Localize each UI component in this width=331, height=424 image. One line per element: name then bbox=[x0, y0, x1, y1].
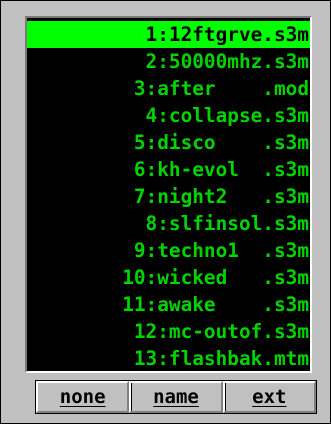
file-list-item-11[interactable]: 11:awake .s3m bbox=[27, 291, 310, 318]
file-list[interactable]: 1:12ftgrve.s3m 2:50000mhz.s3m 3:after .m… bbox=[25, 16, 312, 373]
file-list-item-2[interactable]: 2:50000mhz.s3m bbox=[27, 48, 310, 75]
sort-name-label: name bbox=[153, 386, 199, 408]
sort-button-bar: none name ext bbox=[35, 380, 317, 414]
file-list-item-12[interactable]: 12:mc-outof.s3m bbox=[27, 318, 310, 345]
file-list-item-6[interactable]: 6:kh-evol .s3m bbox=[27, 156, 310, 183]
file-list-window: 1:12ftgrve.s3m 2:50000mhz.s3m 3:after .m… bbox=[0, 0, 331, 424]
sort-ext-button[interactable]: ext bbox=[222, 381, 316, 413]
file-list-item-7[interactable]: 7:night2 .s3m bbox=[27, 183, 310, 210]
file-list-item-5[interactable]: 5:disco .s3m bbox=[27, 129, 310, 156]
sort-none-label: none bbox=[59, 386, 106, 408]
sort-name-button[interactable]: name bbox=[129, 381, 223, 413]
file-list-item-4[interactable]: 4:collapse.s3m bbox=[27, 102, 310, 129]
sort-none-button[interactable]: none bbox=[36, 381, 130, 413]
file-list-item-10[interactable]: 10:wicked .s3m bbox=[27, 264, 310, 291]
file-list-item-1[interactable]: 1:12ftgrve.s3m bbox=[27, 21, 310, 48]
file-list-item-9[interactable]: 9:techno1 .s3m bbox=[27, 237, 310, 264]
file-list-item-3[interactable]: 3:after .mod bbox=[27, 75, 310, 102]
sort-ext-label: ext bbox=[252, 386, 287, 408]
file-list-item-13[interactable]: 13:flashbak.mtm bbox=[27, 345, 310, 371]
file-list-item-8[interactable]: 8:slfinsol.s3m bbox=[27, 210, 310, 237]
